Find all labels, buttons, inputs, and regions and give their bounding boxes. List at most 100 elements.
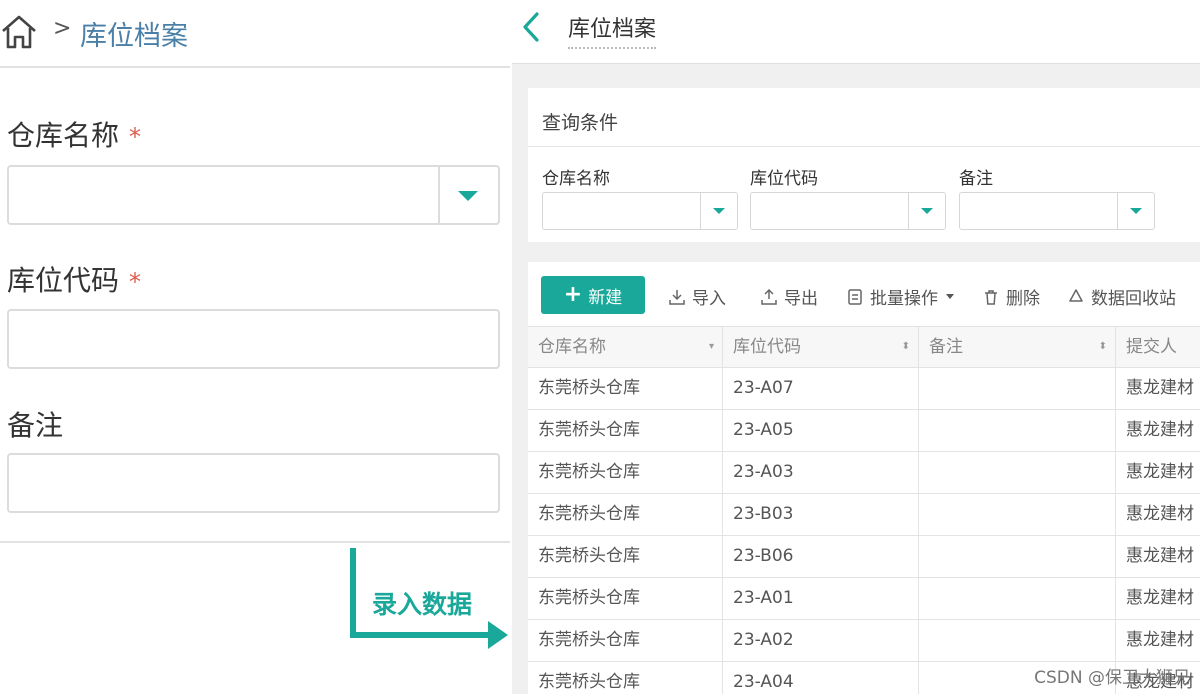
table-row[interactable]: 东莞桥头仓库 23-B06 惠龙建材 xyxy=(528,536,1200,578)
divider xyxy=(0,541,510,543)
cell-remark xyxy=(919,452,1116,493)
table-row[interactable]: 东莞桥头仓库 23-A07 惠龙建材 xyxy=(528,368,1200,410)
back-icon[interactable] xyxy=(520,10,542,44)
new-button[interactable]: + 新建 xyxy=(541,276,645,314)
location-code-input[interactable] xyxy=(7,309,500,369)
list-header: 库位档案 xyxy=(512,0,1200,64)
cell-warehouse: 东莞桥头仓库 xyxy=(528,662,723,694)
select-divider xyxy=(700,193,701,229)
page-title: 库位档案 xyxy=(568,11,657,49)
query-warehouse-select[interactable] xyxy=(542,192,738,230)
grid-toolbar: + 新建 导入 导出 批量操作 删除 数据回收站 xyxy=(528,262,1200,326)
caret-down-icon xyxy=(946,294,954,299)
table-header: 仓库名称 ▾ 库位代码 ⬍ 备注 ⬍ 提交人 xyxy=(528,326,1200,369)
location-code-label-text: 库位代码 xyxy=(7,264,120,297)
cell-warehouse: 东莞桥头仓库 xyxy=(528,452,723,493)
batch-icon xyxy=(848,288,862,305)
batch-operation-dropdown[interactable]: 批量操作 xyxy=(846,284,954,309)
recycle-label: 数据回收站 xyxy=(1091,289,1176,309)
cell-warehouse: 东莞桥头仓库 xyxy=(528,536,723,577)
cell-location: 23-A03 xyxy=(723,452,919,493)
annotation-label: 录入数据 xyxy=(372,590,473,619)
remark-label: 备注 xyxy=(7,404,63,444)
column-header-submitter[interactable]: 提交人 xyxy=(1116,327,1200,369)
chevron-down-icon[interactable] xyxy=(921,208,933,214)
arrow-stem xyxy=(350,548,356,638)
required-marker: * xyxy=(129,268,142,296)
column-header-remark[interactable]: 备注 ⬍ xyxy=(919,327,1116,369)
warehouse-name-select[interactable] xyxy=(7,165,500,225)
list-panel: 库位档案 查询条件 仓库名称 库位代码 备注 + 新建 导入 导出 批量操作 删… xyxy=(512,0,1200,694)
chevron-down-icon[interactable] xyxy=(713,208,725,214)
cell-remark xyxy=(919,410,1116,451)
cell-submitter: 惠龙建材 xyxy=(1126,630,1194,650)
select-divider xyxy=(1117,193,1118,229)
cell-warehouse: 东莞桥头仓库 xyxy=(528,578,723,619)
cell-remark xyxy=(919,578,1116,619)
column-header-label: 库位代码 xyxy=(733,337,801,357)
cell-location: 23-A05 xyxy=(723,410,919,451)
recycle-bin-button[interactable]: 数据回收站 xyxy=(1067,284,1176,309)
entry-form-panel: > 库位档案 仓库名称 * 库位代码 * 备注 xyxy=(0,0,510,543)
chevron-down-icon[interactable] xyxy=(1130,208,1142,214)
table-row[interactable]: 东莞桥头仓库 23-A03 惠龙建材 xyxy=(528,452,1200,494)
remark-label-text: 备注 xyxy=(7,409,64,442)
cell-remark xyxy=(919,494,1116,535)
cell-submitter: 惠龙建材 xyxy=(1126,504,1194,524)
warehouse-name-label-text: 仓库名称 xyxy=(7,119,120,152)
query-remark-label: 备注 xyxy=(959,169,993,189)
cell-location: 23-B03 xyxy=(723,494,919,535)
sort-icon[interactable]: ▾ xyxy=(709,327,714,367)
table-row[interactable]: 东莞桥头仓库 23-B03 惠龙建材 xyxy=(528,494,1200,536)
cell-warehouse: 东莞桥头仓库 xyxy=(528,620,723,661)
cell-location: 23-B06 xyxy=(723,536,919,577)
column-header-label: 备注 xyxy=(929,337,963,357)
column-header-label: 提交人 xyxy=(1126,337,1177,357)
table-row[interactable]: 东莞桥头仓库 23-A02 惠龙建材 xyxy=(528,620,1200,662)
plus-icon: + xyxy=(563,282,583,307)
export-label: 导出 xyxy=(784,289,818,309)
remark-input[interactable] xyxy=(7,453,500,513)
cell-location: 23-A07 xyxy=(723,368,919,409)
breadcrumb-title[interactable]: 库位档案 xyxy=(80,14,188,53)
query-title: 查询条件 xyxy=(542,112,619,134)
cell-remark xyxy=(919,368,1116,409)
cell-warehouse: 东莞桥头仓库 xyxy=(528,410,723,451)
warehouse-name-label: 仓库名称 * xyxy=(7,114,141,154)
query-warehouse-label: 仓库名称 xyxy=(542,169,610,189)
table-row[interactable]: 东莞桥头仓库 23-A05 惠龙建材 xyxy=(528,410,1200,452)
batch-label: 批量操作 xyxy=(870,289,938,309)
export-button[interactable]: 导出 xyxy=(760,284,818,309)
column-header-location[interactable]: 库位代码 ⬍ xyxy=(723,327,919,369)
delete-button[interactable]: 删除 xyxy=(982,284,1040,309)
cell-location: 23-A01 xyxy=(723,578,919,619)
column-header-warehouse[interactable]: 仓库名称 ▾ xyxy=(528,327,723,369)
cell-submitter: 惠龙建材 xyxy=(1126,462,1194,482)
trash-icon xyxy=(985,289,997,305)
delete-label: 删除 xyxy=(1006,289,1040,309)
recycle-icon xyxy=(1069,288,1083,302)
location-code-label: 库位代码 * xyxy=(7,259,141,299)
query-location-select[interactable] xyxy=(750,192,946,230)
sort-icon[interactable]: ⬍ xyxy=(902,327,910,367)
sort-icon[interactable]: ⬍ xyxy=(1099,327,1107,367)
cell-warehouse: 东莞桥头仓库 xyxy=(528,494,723,535)
query-remark-select[interactable] xyxy=(959,192,1155,230)
cell-submitter: 惠龙建材 xyxy=(1126,378,1194,398)
required-marker: * xyxy=(129,123,142,151)
select-divider xyxy=(908,193,909,229)
home-icon[interactable] xyxy=(0,14,38,50)
data-grid: + 新建 导入 导出 批量操作 删除 数据回收站 仓库名称 ▾ 库位代码 ⬍ 备… xyxy=(528,262,1200,694)
chevron-down-icon[interactable] xyxy=(458,191,478,201)
query-location-label: 库位代码 xyxy=(750,169,818,189)
cell-location: 23-A04 xyxy=(723,662,919,694)
table-row[interactable]: 东莞桥头仓库 23-A01 惠龙建材 xyxy=(528,578,1200,620)
watermark: CSDN @保卫大狮兄 xyxy=(1034,668,1190,688)
arrow-shaft xyxy=(350,632,490,638)
select-divider xyxy=(438,167,440,223)
cell-remark xyxy=(919,620,1116,661)
import-button[interactable]: 导入 xyxy=(668,284,726,309)
breadcrumb-separator: > xyxy=(53,16,72,41)
cell-warehouse: 东莞桥头仓库 xyxy=(528,368,723,409)
arrow-right-icon xyxy=(488,621,508,649)
